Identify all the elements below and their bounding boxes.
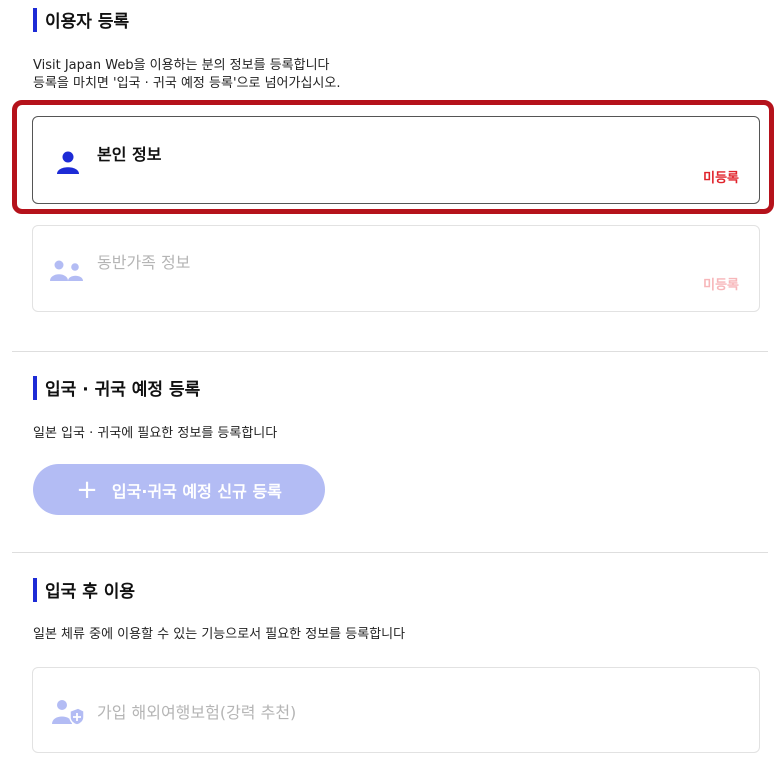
group-icon xyxy=(48,258,86,286)
section-divider xyxy=(12,552,768,553)
description-line-1: Visit Japan Web을 이용하는 분의 정보를 등록합니다 xyxy=(33,58,330,73)
section-divider xyxy=(12,351,768,352)
entry-plan-description: 일본 입국 · 귀국에 필요한 정보를 등록합니다 xyxy=(33,426,278,441)
after-entry-description: 일본 체류 중에 이용할 수 있는 기능으로서 필요한 정보를 등록합니다 xyxy=(33,627,406,642)
section-entry-plan-title: 입국 · 귀국 예정 등록 xyxy=(33,375,200,400)
section-title-text: 이용자 등록 xyxy=(45,12,130,32)
highlight-frame xyxy=(12,100,774,214)
travel-insurance-card[interactable]: 가입 해외여행보험(강력 추천) xyxy=(32,667,760,753)
user-registration-description: Visit Japan Web을 이용하는 분의 정보를 등록합니다 등록을 마… xyxy=(33,57,340,93)
title-accent-bar xyxy=(33,7,37,32)
family-info-status-badge: 미등록 xyxy=(703,278,739,293)
description-line-2: 등록을 마치면 '입국 · 귀국 예정 등록'으로 넘어가십시오. xyxy=(33,76,341,91)
section-after-entry-title: 입국 후 이용 xyxy=(33,577,135,602)
person-shield-icon xyxy=(51,698,85,730)
title-accent-bar xyxy=(33,375,37,400)
title-accent-bar xyxy=(33,577,37,602)
new-entry-plan-button[interactable]: + 입국·귀국 예정 신규 등록 xyxy=(33,464,325,515)
section-title-text: 입국 · 귀국 예정 등록 xyxy=(45,380,201,400)
family-info-card[interactable]: 동반가족 정보 미등록 xyxy=(32,225,760,312)
section-title-text: 입국 후 이용 xyxy=(45,582,136,602)
family-info-label: 동반가족 정보 xyxy=(97,253,191,272)
new-entry-plan-button-label: 입국·귀국 예정 신규 등록 xyxy=(111,481,282,501)
plus-icon: + xyxy=(76,474,98,505)
section-user-registration-title: 이용자 등록 xyxy=(33,7,129,32)
travel-insurance-label: 가입 해외여행보험(강력 추천) xyxy=(97,703,297,722)
